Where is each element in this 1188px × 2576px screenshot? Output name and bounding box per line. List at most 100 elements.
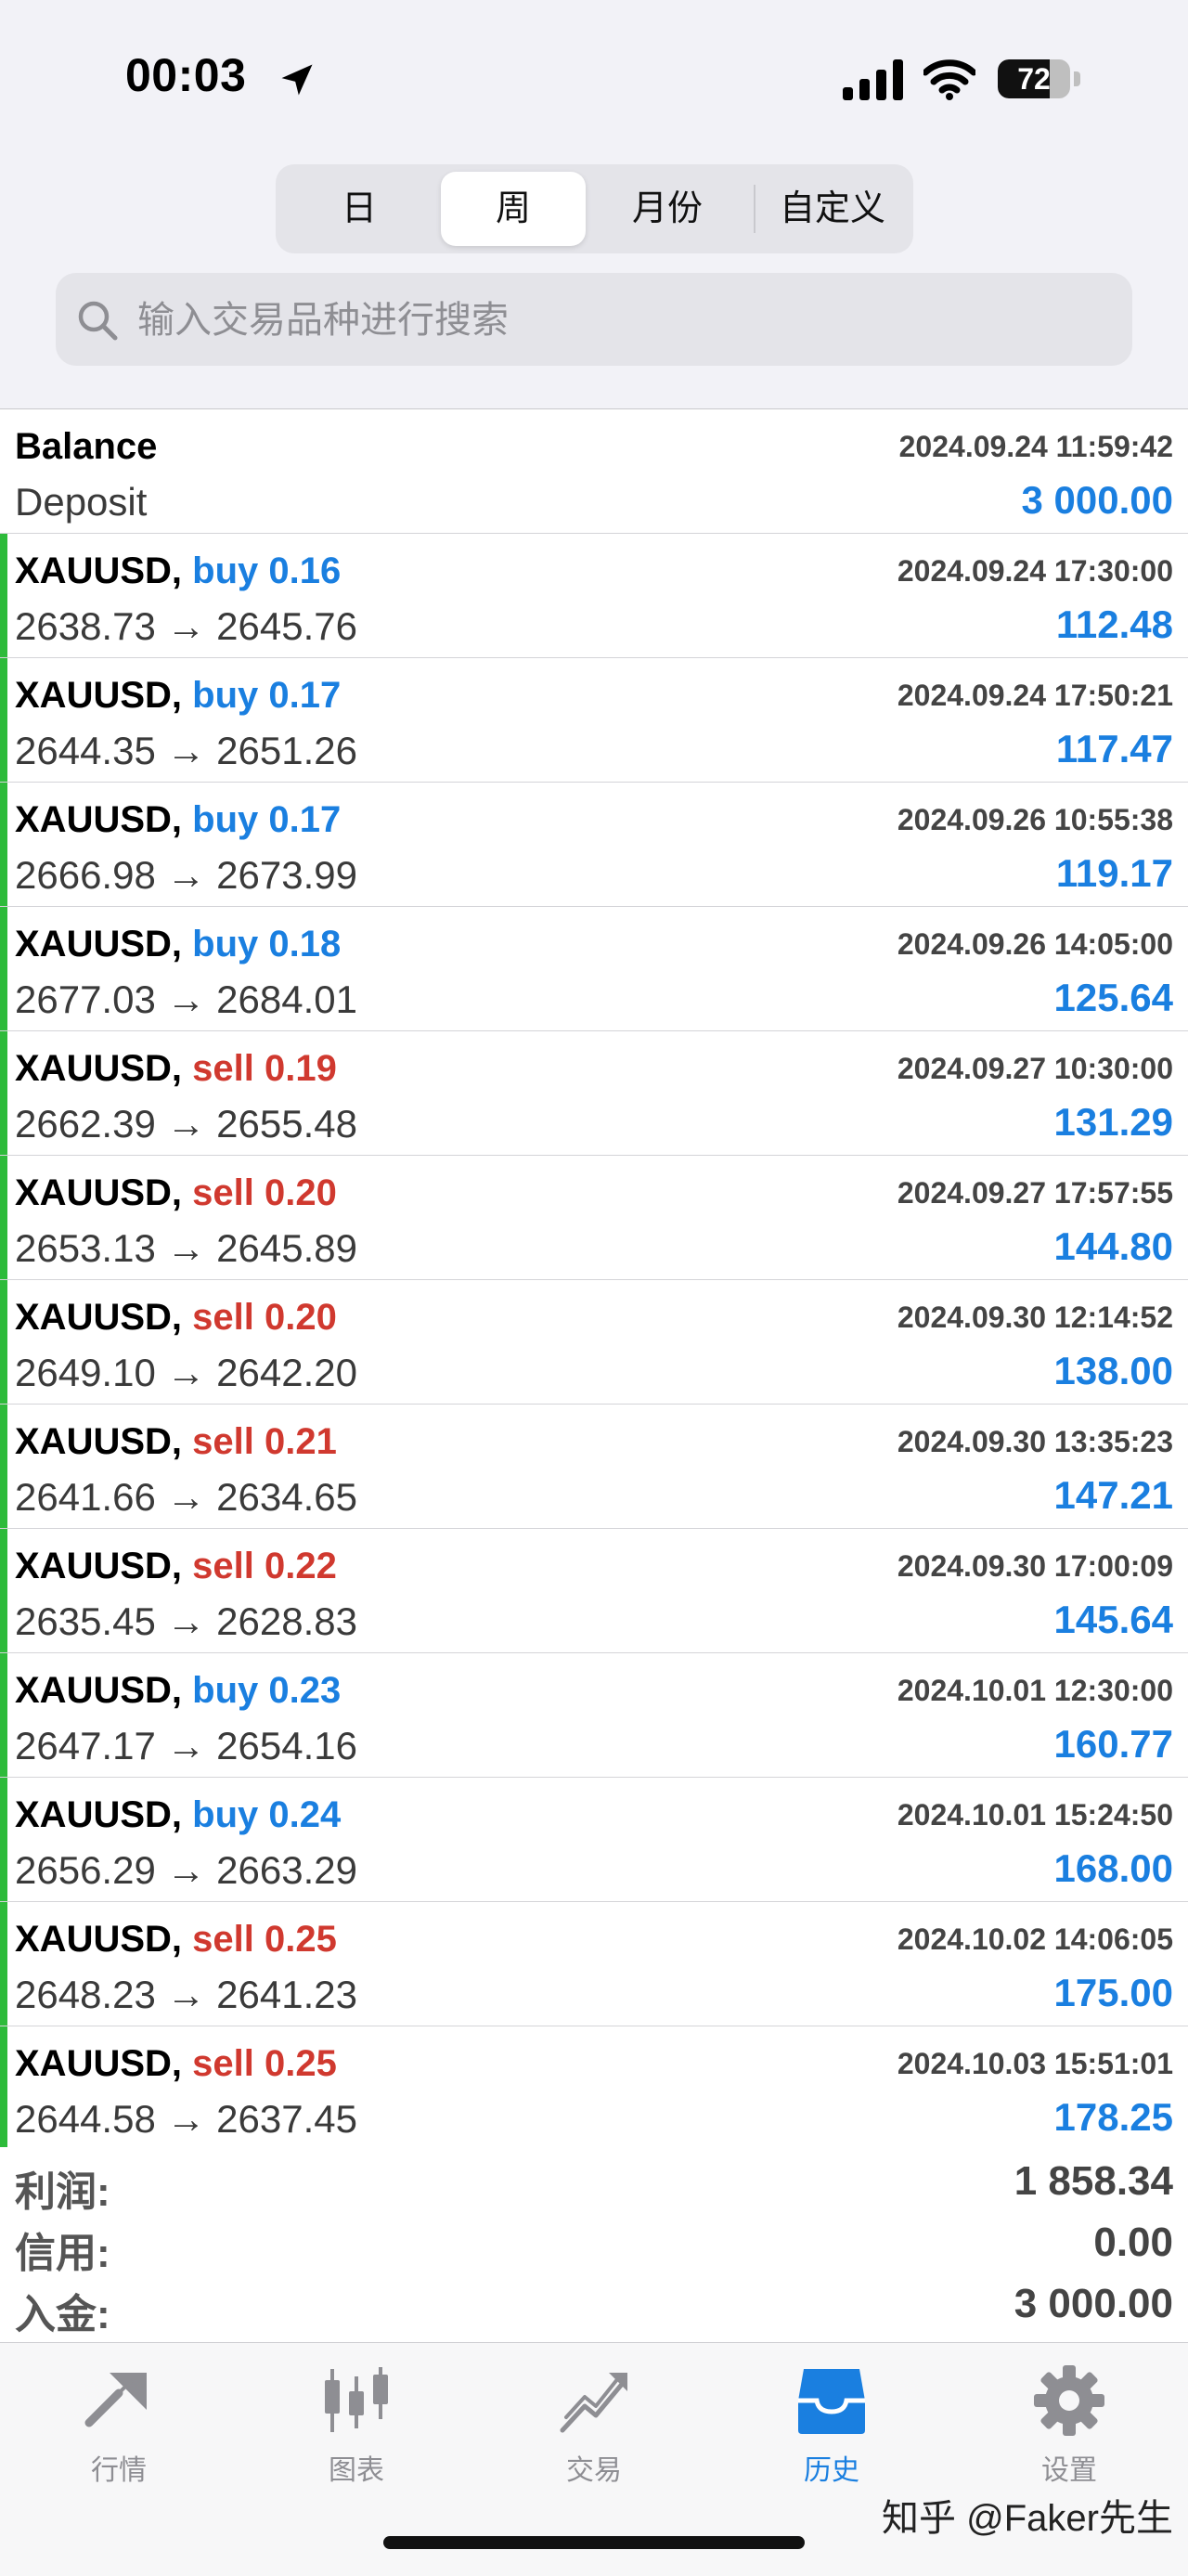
deal-row[interactable]: XAUUSD, sell 0.21 2024.09.30 13:35:23 2641… — [0, 1405, 1188, 1529]
deal-close-price: 2654.16 — [216, 1724, 357, 1767]
deal-date: 2024.09.30 13:35:23 — [897, 1425, 1173, 1458]
deal-prices: 2647.17 → 2654.16 — [15, 1724, 357, 1768]
deal-lot: 0.17 — [268, 675, 342, 716]
deal-title: XAUUSD, sell 0.22 — [15, 1546, 337, 1587]
trade-icon — [560, 2373, 627, 2433]
deal-lot: 0.25 — [265, 1919, 337, 1960]
tab-settings[interactable]: 设置 — [995, 2363, 1143, 2503]
deal-profit: 131.29 — [1053, 1100, 1173, 1144]
arrow-right-icon: → — [166, 604, 206, 648]
deal-open-price: 2647.17 — [15, 1724, 156, 1767]
deal-title: XAUUSD, sell 0.25 — [15, 1919, 337, 1961]
history-list: Balance 2024.09.24 11:59:42 Deposit 3 00… — [0, 408, 1188, 2151]
deal-symbol: XAUUSD, — [15, 1670, 183, 1711]
segment-day[interactable]: 日 — [285, 172, 433, 246]
deal-date: 2024.10.03 15:51:01 — [897, 2047, 1173, 2080]
deal-date: 2024.10.02 14:06:05 — [897, 1922, 1173, 1956]
deal-title: XAUUSD, buy 0.17 — [15, 675, 341, 717]
search-input[interactable] — [136, 273, 1104, 368]
deal-close-price: 2655.48 — [216, 1102, 357, 1146]
deal-symbol: XAUUSD, — [15, 550, 183, 591]
deal-row[interactable]: XAUUSD, buy 0.16 2024.09.24 17:30:00 2638.… — [0, 534, 1188, 658]
tab-history[interactable]: 历史 — [757, 2363, 906, 2503]
summary-credit: 信用: 0.00 — [0, 2220, 1188, 2281]
deal-symbol: XAUUSD, — [15, 1919, 183, 1960]
settings-icon — [1034, 2365, 1104, 2436]
deal-open-price: 2666.98 — [15, 853, 156, 897]
segment-divider — [754, 185, 755, 233]
summary-value: 3 000.00 — [1014, 2281, 1173, 2326]
chart-icon — [325, 2367, 388, 2432]
arrow-right-icon: → — [166, 853, 206, 897]
summary-deposit: 入金: 3 000.00 — [0, 2281, 1188, 2342]
deal-row[interactable]: XAUUSD, sell 0.20 2024.09.27 17:57:55 2653… — [0, 1156, 1188, 1280]
deal-symbol: XAUUSD, — [15, 1297, 183, 1338]
deal-open-price: 2641.66 — [15, 1475, 156, 1519]
deal-profit: 168.00 — [1053, 1846, 1173, 1890]
deal-profit: 160.77 — [1053, 1722, 1173, 1766]
segment-week[interactable]: 周 — [441, 172, 586, 246]
search-icon — [78, 301, 118, 341]
arrow-right-icon: → — [166, 1226, 206, 1270]
deal-title: XAUUSD, sell 0.21 — [15, 1421, 337, 1463]
arrow-right-icon: → — [166, 1351, 206, 1394]
deal-title: XAUUSD, sell 0.20 — [15, 1297, 337, 1339]
deal-row[interactable]: XAUUSD, sell 0.22 2024.09.30 17:00:09 2635… — [0, 1529, 1188, 1653]
arrow-right-icon: → — [166, 1724, 206, 1767]
deal-direction: sell — [192, 1546, 254, 1586]
deal-direction: sell — [192, 1297, 254, 1338]
home-indicator[interactable] — [383, 2536, 805, 2549]
tab-label: 交易 — [566, 2455, 622, 2486]
location-arrow-icon — [281, 64, 313, 96]
balance-type: Deposit — [15, 480, 148, 524]
arrow-right-icon: → — [166, 1973, 206, 2016]
tab-trade[interactable]: 交易 — [520, 2363, 668, 2503]
deal-lot: 0.22 — [265, 1546, 337, 1586]
tab-quotes[interactable]: 行情 — [45, 2363, 193, 2503]
deal-row[interactable]: XAUUSD, sell 0.20 2024.09.30 12:14:52 2649… — [0, 1280, 1188, 1405]
deal-row[interactable]: XAUUSD, buy 0.18 2024.09.26 14:05:00 2677.… — [0, 907, 1188, 1031]
segment-month[interactable]: 月份 — [593, 172, 742, 246]
deal-profit: 125.64 — [1053, 976, 1173, 1019]
deal-direction: sell — [192, 1919, 254, 1960]
deal-lot: 0.23 — [268, 1670, 342, 1711]
deal-row[interactable]: XAUUSD, sell 0.25 2024.10.02 14:06:05 2648… — [0, 1902, 1188, 2026]
deal-title: XAUUSD, buy 0.16 — [15, 550, 341, 592]
deal-close-price: 2628.83 — [216, 1599, 357, 1643]
deal-profit: 119.17 — [1055, 851, 1173, 895]
deal-direction: buy — [192, 1670, 259, 1711]
tab-chart[interactable]: 图表 — [282, 2363, 431, 2503]
deal-close-price: 2637.45 — [216, 2097, 357, 2141]
arrow-right-icon: → — [166, 1475, 206, 1519]
quotes-icon — [84, 2373, 147, 2427]
deal-row[interactable]: XAUUSD, buy 0.17 2024.09.26 10:55:38 2666.… — [0, 783, 1188, 907]
deal-title: XAUUSD, sell 0.19 — [15, 1048, 337, 1090]
balance-title: Balance — [15, 426, 158, 467]
deal-date: 2024.09.27 17:57:55 — [897, 1176, 1173, 1210]
arrow-right-icon: → — [166, 2097, 206, 2141]
deal-open-price: 2644.35 — [15, 729, 156, 772]
deal-row[interactable]: XAUUSD, sell 0.25 2024.10.03 15:51:01 2644… — [0, 2026, 1188, 2151]
deal-direction: buy — [192, 924, 259, 964]
deal-row[interactable]: XAUUSD, buy 0.23 2024.10.01 12:30:00 2647.… — [0, 1653, 1188, 1778]
deal-symbol: XAUUSD, — [15, 2043, 183, 2084]
summary-panel: 利润: 1 858.34 信用: 0.00 入金: 3 000.00 — [0, 2147, 1188, 2342]
deal-title: XAUUSD, sell 0.25 — [15, 2043, 337, 2085]
deal-symbol: XAUUSD, — [15, 675, 183, 716]
tab-label: 行情 — [91, 2455, 147, 2486]
deal-row[interactable]: XAUUSD, sell 0.19 2024.09.27 10:30:00 2662… — [0, 1031, 1188, 1156]
deal-row[interactable]: XAUUSD, buy 0.24 2024.10.01 15:24:50 2656.… — [0, 1778, 1188, 1902]
deal-close-price: 2634.65 — [216, 1475, 357, 1519]
deal-date: 2024.09.24 17:50:21 — [897, 679, 1173, 712]
deal-lot: 0.19 — [265, 1048, 337, 1089]
deal-prices: 2653.13 → 2645.89 — [15, 1226, 357, 1271]
segment-custom[interactable]: 自定义 — [758, 172, 907, 246]
deal-symbol: XAUUSD, — [15, 1546, 183, 1586]
deal-row[interactable]: XAUUSD, buy 0.17 2024.09.24 17:50:21 2644.… — [0, 658, 1188, 783]
deal-prices: 2649.10 → 2642.20 — [15, 1351, 357, 1395]
balance-row[interactable]: Balance 2024.09.24 11:59:42 Deposit 3 00… — [0, 409, 1188, 534]
arrow-right-icon: → — [166, 1599, 206, 1643]
deal-direction: buy — [192, 799, 259, 840]
deal-prices: 2677.03 → 2684.01 — [15, 977, 357, 1022]
deal-direction: sell — [192, 1421, 254, 1462]
